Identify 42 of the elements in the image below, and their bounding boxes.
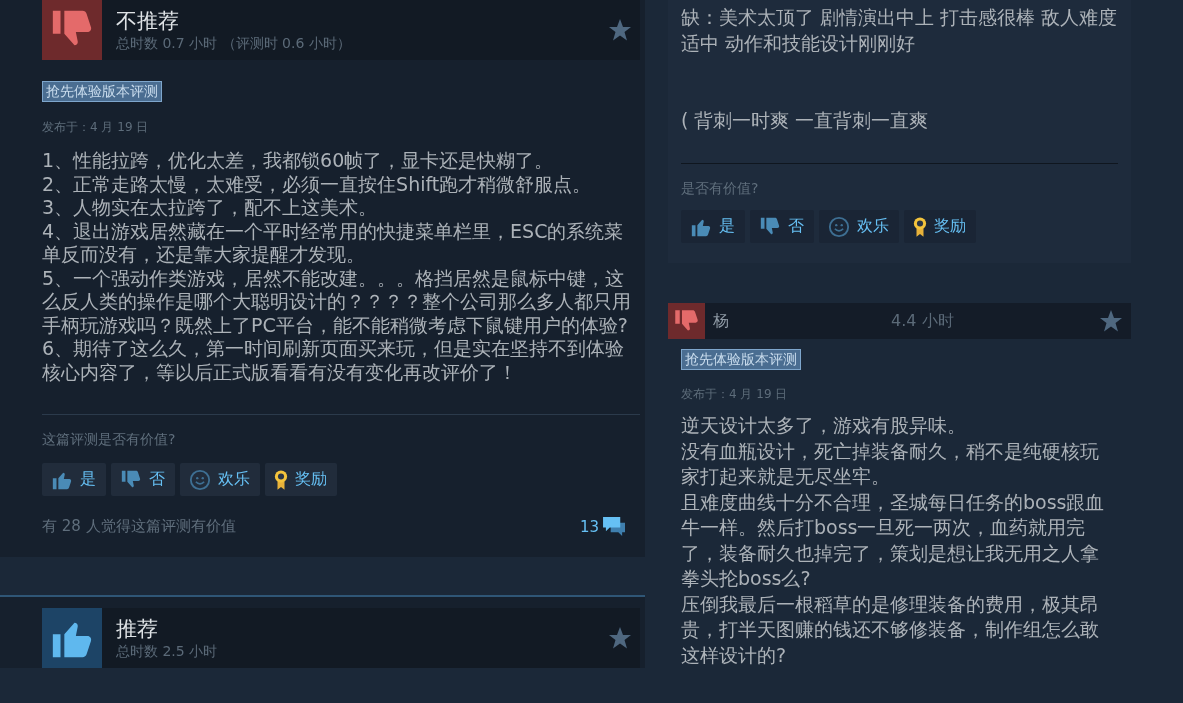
review-text: 且难度曲线十分不合理，圣城每日任务的boss跟血牛一样。然后打boss一旦死一两次，血药就用完了，装备耐久也掉完了，策划是想让我无用之人拿拳头抡boss么? bbox=[681, 489, 1106, 591]
review-text: 4、退出游戏居然藏在一个平时经常用的快捷菜单栏里，ESC的系统菜单反而没有，还是靠大家提醒才发现。 bbox=[42, 219, 625, 267]
review-text: 没有血瓶设计，死亡掉装备耐久，稍不是纯硬核玩家打起来就是无尽坐牢。 bbox=[681, 438, 1100, 489]
review-text: 缺：美术太顶了 剧情演出中上 打击感很棒 敌人难度适中 动作和技能设计刚刚好 bbox=[681, 5, 1119, 56]
review-text: 逆天设计太多了，游戏有股异味。 bbox=[681, 413, 967, 438]
star-icon bbox=[608, 18, 632, 42]
vote-button[interactable]: 欢乐 bbox=[819, 210, 899, 243]
review-text: ( 背刺一时爽 一直背刺一直爽 bbox=[681, 108, 930, 133]
review-text: 5、一个强动作类游戏，居然不能改建。。。格挡居然是鼠标中键，这么反人类的操作是哪个大聪明设计的？？？？整个公司那么多人都只用手柄玩游戏吗？既然上了PC平台，能不能稍微考虑下鼠键用户的体验? bbox=[42, 266, 632, 337]
comments-link[interactable]: 13 bbox=[579, 516, 627, 537]
review-text: 压倒我最后一根稻草的是修理装备的费用，极其昂贵，打半天图赚的钱还不够修装备，制作组怎么敢这样设计的? bbox=[681, 591, 1100, 668]
vote-button[interactable]: 是 bbox=[681, 210, 745, 243]
helpful-count: 有 28 人觉得这篇评测有价值 bbox=[42, 517, 236, 536]
review-text: 3、人物实在太拉跨了，配不上这美术。 bbox=[42, 196, 379, 220]
verdict-title[interactable]: 不推荐 bbox=[116, 8, 608, 34]
posted-date: 发布于：4 月 19 日 bbox=[42, 119, 150, 136]
early-access-tag: 抢先体验版本评测 bbox=[42, 81, 162, 102]
star-icon bbox=[1099, 309, 1123, 333]
smiley-icon bbox=[828, 215, 850, 238]
vote-button[interactable]: 奖励 bbox=[265, 463, 337, 496]
vote-button[interactable]: 奖励 bbox=[904, 210, 976, 243]
smiley-icon bbox=[189, 468, 211, 491]
ribbon-medal-icon bbox=[274, 468, 288, 491]
early-access-tag: 抢先体验版本评测 bbox=[681, 349, 801, 370]
comment-bubbles-icon bbox=[602, 516, 627, 537]
playtime: 4.4 小时 bbox=[890, 310, 955, 332]
author-name[interactable]: 杨 bbox=[713, 310, 863, 332]
helpful-question: 这篇评测是否有价值? bbox=[42, 430, 177, 449]
ribbon-medal-icon bbox=[913, 215, 927, 238]
helpful-question: 是否有价值? bbox=[681, 179, 760, 198]
vote-button[interactable]: 欢乐 bbox=[180, 463, 260, 496]
star-icon bbox=[608, 626, 632, 650]
verdict-title[interactable]: 推荐 bbox=[116, 616, 608, 642]
playtime: 总时数 0.7 小时 （评测时 0.6 小时） bbox=[116, 34, 352, 52]
vote-button[interactable]: 否 bbox=[750, 210, 814, 243]
review-text: 6、期待了这么久，第一时间刷新页面买来玩，但是实在坚持不到体验核心内容了，等以后正式版看看有没有变化再改评价了！ bbox=[42, 337, 626, 384]
vote-button[interactable]: 否 bbox=[111, 463, 175, 496]
review-text: 1、性能拉跨，优化太差，我都锁60帧了，显卡还是快糊了。 bbox=[42, 149, 555, 173]
vote-button[interactable]: 是 bbox=[42, 463, 106, 496]
review-text: 2、正常走路太慢，太难受，必须一直按住Shift跑才稍微舒服点。 bbox=[42, 172, 593, 196]
playtime: 总时数 2.5 小时 bbox=[116, 642, 219, 660]
posted-date: 发布于：4 月 19 日 bbox=[681, 386, 789, 403]
